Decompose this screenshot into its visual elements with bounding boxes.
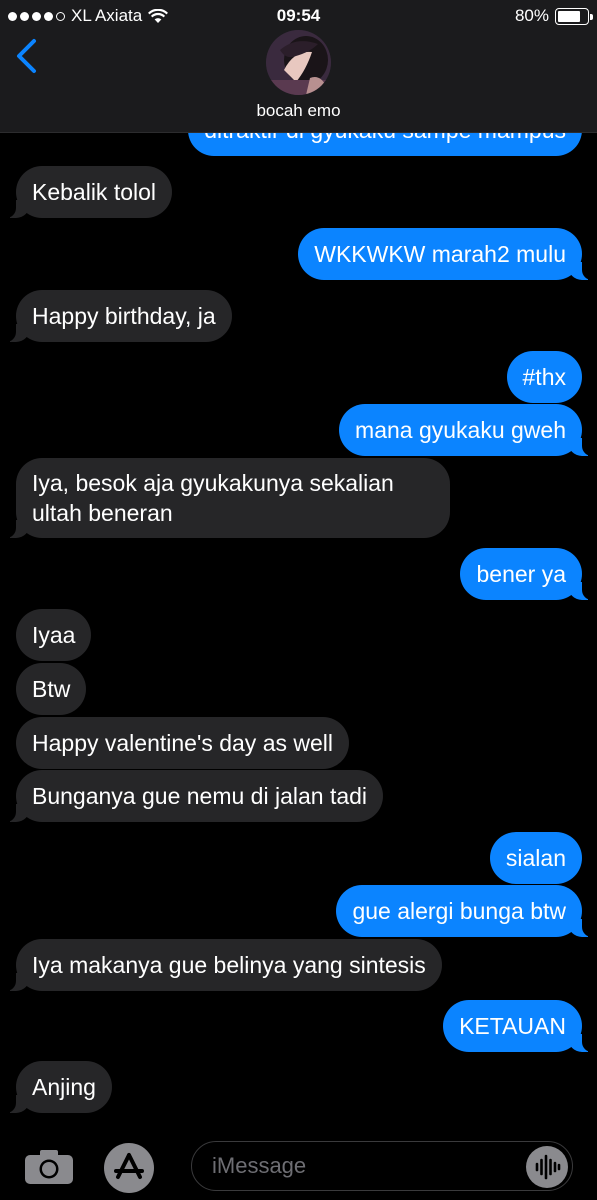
camera-icon[interactable] [24, 1149, 74, 1185]
messages-screen: ditraktir di gyukaku sampe mampus Kebali… [0, 0, 597, 1200]
message-bubble-incoming[interactable]: Bunganya gue nemu di jalan tadi [3, 770, 384, 822]
message-bubble-incoming[interactable]: Iya makanya gue belinya yang sintesis [4, 939, 442, 991]
status-bar: XL Axiata 09:54 80% [0, 6, 597, 28]
message-bubble-incoming[interactable]: Btw [16, 663, 87, 715]
conversation-header: XL Axiata 09:54 80% bocah emo [0, 0, 597, 133]
message-bubble-incoming[interactable]: Iya, besok aja gyukakunya sekalian ultah … [4, 458, 450, 538]
avatar-image [266, 30, 331, 95]
message-bubble-outgoing[interactable]: mana gyukaku gweh [339, 404, 594, 456]
contact-avatar[interactable] [266, 30, 331, 95]
message-bubble-incoming[interactable]: Happy valentine's day as well [16, 717, 349, 769]
app-store-icon [114, 1153, 144, 1179]
audio-record-button[interactable] [526, 1146, 568, 1188]
message-bubble-outgoing[interactable]: gue alergi bunga btw [336, 885, 594, 937]
message-bubble-outgoing[interactable]: WKKWKW marah2 mulu [298, 228, 594, 280]
message-bubble-outgoing[interactable]: #thx [506, 351, 582, 403]
battery-percent: 80% [514, 6, 549, 25]
conversation-thread[interactable]: ditraktir di gyukaku sampe mampus Kebali… [0, 0, 597, 1130]
compose-bar [0, 1130, 597, 1200]
message-bubble-incoming[interactable]: Happy birthday, ja [4, 290, 232, 342]
message-input[interactable] [191, 1141, 573, 1191]
message-bubble-outgoing[interactable]: sialan [489, 832, 582, 884]
chevron-left-icon[interactable] [14, 38, 38, 74]
message-bubble-incoming[interactable]: Anjing [4, 1061, 112, 1113]
message-bubble-outgoing[interactable]: bener ya [460, 548, 594, 600]
audio-waveform-icon [535, 1154, 561, 1180]
message-bubble-outgoing[interactable]: KETAUAN [443, 1000, 594, 1052]
message-bubble-incoming[interactable]: Iyaa [16, 609, 92, 661]
battery-icon [555, 7, 593, 25]
contact-name[interactable]: bocah emo [0, 101, 597, 121]
status-time: 09:54 [276, 6, 321, 25]
message-bubble-incoming[interactable]: Kebalik tolol [3, 166, 173, 218]
app-store-button[interactable] [104, 1143, 154, 1193]
